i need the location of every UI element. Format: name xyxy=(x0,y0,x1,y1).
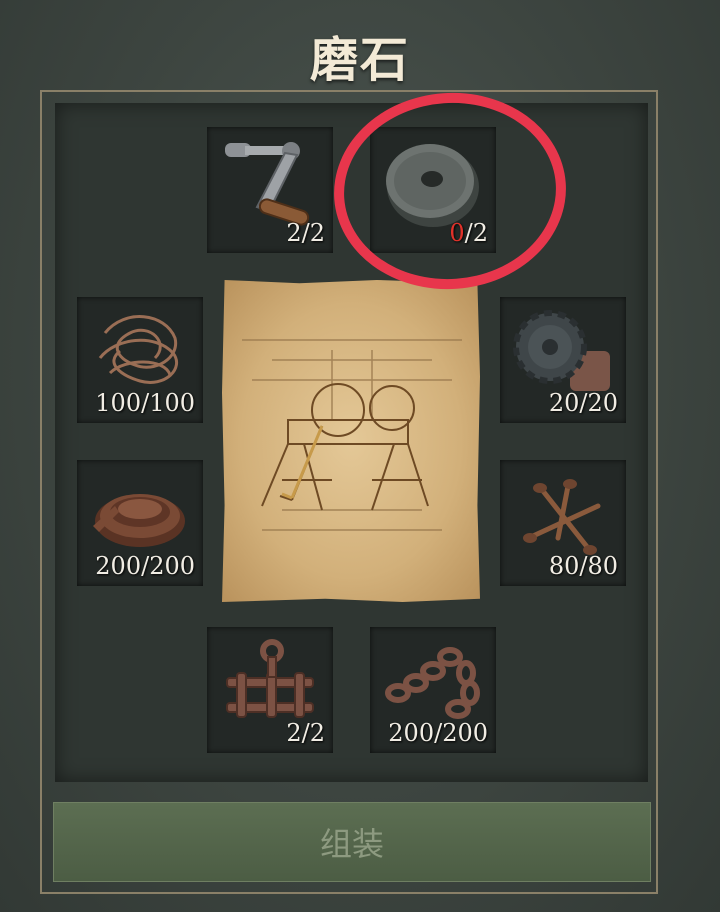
material-count: 200/200 xyxy=(388,719,488,747)
material-count: 200/200 xyxy=(95,552,195,580)
material-slot-leather-strap[interactable]: 200/200 xyxy=(77,460,203,586)
material-slot-gears[interactable]: 20/20 xyxy=(500,297,626,423)
blueprint-image xyxy=(222,280,480,602)
material-slot-nails[interactable]: 80/80 xyxy=(500,460,626,586)
material-count: 2/2 xyxy=(286,219,325,247)
gears-icon xyxy=(513,310,610,391)
material-slot-crank-handle[interactable]: 2/2 xyxy=(207,127,333,253)
material-count: 20/20 xyxy=(548,389,618,417)
material-slot-wire-coil[interactable]: 100/100 xyxy=(77,297,203,423)
nails-icon xyxy=(523,479,601,555)
material-slot-chain[interactable]: 200/200 xyxy=(370,627,496,753)
wire-coil-icon xyxy=(98,315,179,384)
chain-icon xyxy=(385,647,480,719)
assemble-button[interactable]: 组装 xyxy=(53,802,651,882)
material-count: 2/2 xyxy=(286,719,325,747)
material-count: 100/100 xyxy=(95,389,195,417)
page-title: 磨石 xyxy=(309,32,410,88)
crank-handle-icon xyxy=(225,142,310,226)
material-count: 80/80 xyxy=(548,552,618,580)
metal-frame-icon xyxy=(226,639,314,718)
leather-strap-icon xyxy=(93,494,185,547)
material-slot-metal-frame[interactable]: 2/2 xyxy=(207,627,333,753)
grindstone-blueprint-drawing xyxy=(242,339,462,531)
